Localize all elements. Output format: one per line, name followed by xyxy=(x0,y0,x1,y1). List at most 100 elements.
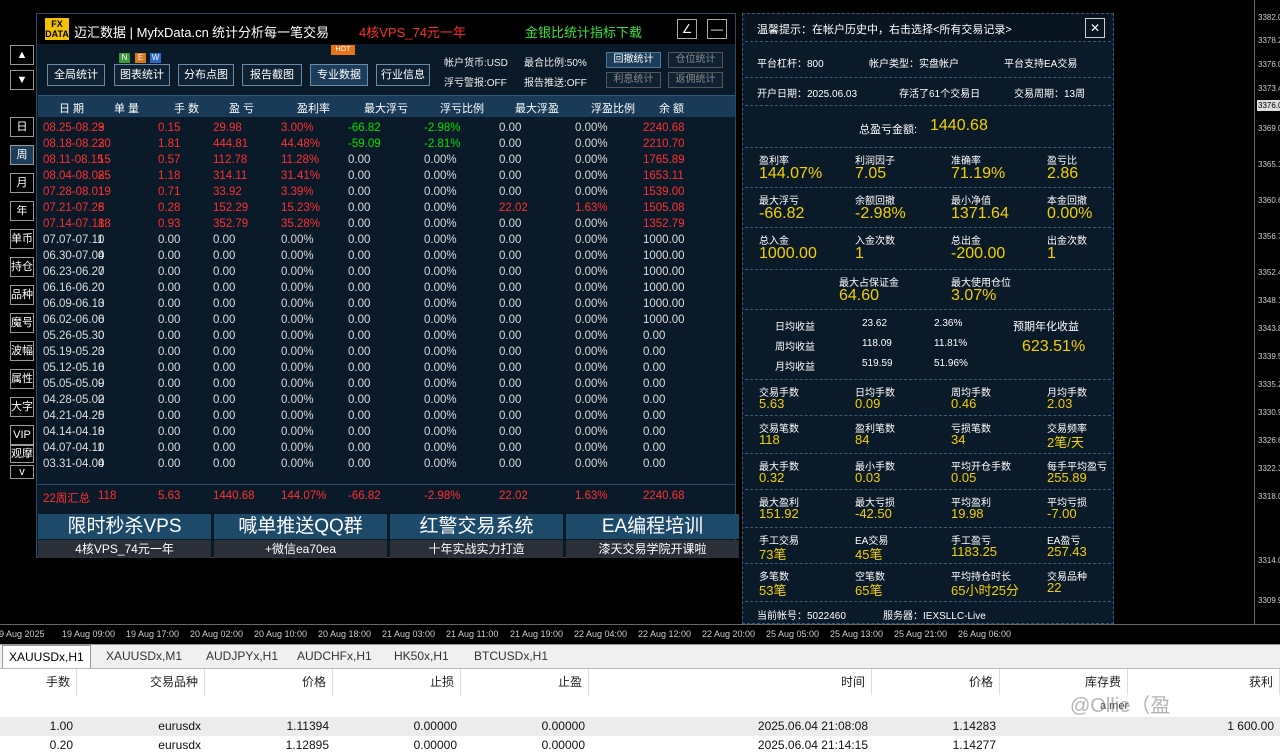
table-row[interactable]: 06.16-06.20 0 0.00 0.00 0.00% 0.00 0.00% 0.00 0.… xyxy=(38,281,735,297)
nav-button-3[interactable]: 报告截图 xyxy=(242,64,302,86)
table-row[interactable]: 06.02-06.06 0 0.00 0.00 0.00% 0.00 0.00% 0.00 0.… xyxy=(38,313,735,329)
table-cell: 0.00 xyxy=(158,314,181,326)
side-button-12[interactable]: 观摩 xyxy=(10,445,34,463)
side-button-8[interactable]: 波幅 xyxy=(10,341,34,361)
max-ratio: 最合比例:50% xyxy=(524,58,587,69)
table-row[interactable]: 08.04-08.08 25 1.18 314.11 31.41% 0.00 0.00% 0.… xyxy=(38,169,735,185)
side-button-6[interactable]: 品种 xyxy=(10,285,34,305)
side-button-13[interactable]: v xyxy=(10,465,34,479)
rebate-stats-button[interactable]: 返佣统计 xyxy=(668,72,723,88)
minimize-button[interactable]: — xyxy=(707,19,727,39)
table-cell: 0 xyxy=(98,394,105,406)
table-row[interactable]: 07.07-07.11 0 0.00 0.00 0.00% 0.00 0.00% 0.00 0.… xyxy=(38,233,735,249)
side-button-2[interactable]: 月 xyxy=(10,173,34,193)
download-link[interactable]: 金银比统计指标下载 xyxy=(525,22,642,41)
price-tick: 3330.95 xyxy=(1258,408,1280,417)
ad-banner-1[interactable]: 喊单推送QQ群 +微信ea70ea xyxy=(214,514,387,558)
price-tick: 3365.10 xyxy=(1258,160,1280,169)
ad-banner-2[interactable]: 红警交易系统 十年实战实力打造 xyxy=(390,514,563,558)
nav-button-0[interactable]: 全局统计 xyxy=(47,64,105,86)
table-row[interactable]: 08.18-08.22 30 1.81 444.81 44.48% -59.09 -2.81… xyxy=(38,137,735,153)
metric-value: 151.92 xyxy=(759,506,799,521)
table-row[interactable]: 03.31-04.04 0 0.00 0.00 0.00% 0.00 0.00% 0.00 0.… xyxy=(38,457,735,473)
table-row[interactable]: 05.19-05.23 0 0.00 0.00 0.00% 0.00 0.00% 0.00 0.… xyxy=(38,345,735,361)
table-row[interactable]: 05.05-05.09 0 0.00 0.00 0.00% 0.00 0.00% 0.00 0.… xyxy=(38,377,735,393)
new-badge-w: W xyxy=(150,53,161,63)
table-cell: 0.00% xyxy=(575,250,608,262)
table-cell: 0.00% xyxy=(281,234,314,246)
table-cell: 33.92 xyxy=(213,186,242,198)
side-button-4[interactable]: 单币 xyxy=(10,229,34,249)
table-row[interactable]: 04.28-05.02 0 0.00 0.00 0.00% 0.00 0.00% 0.00 0.… xyxy=(38,393,735,409)
side-button-1[interactable]: 周 xyxy=(10,145,34,165)
table-header-cell: 交易品种 xyxy=(78,669,205,695)
chart-tab-4[interactable]: HK50x,H1 xyxy=(394,649,449,663)
income-label: 周均收益 xyxy=(775,342,815,353)
table-cell: 0.00 xyxy=(158,250,181,262)
interest-stats-button[interactable]: 利息统计 xyxy=(606,72,661,88)
table-row[interactable]: 04.07-04.11 0 0.00 0.00 0.00% 0.00 0.00% 0.00 0.… xyxy=(38,441,735,457)
table-cell: 0.00 xyxy=(158,298,181,310)
table-cell: 0.00 xyxy=(213,458,236,470)
side-button-3[interactable]: 年 xyxy=(10,201,34,221)
edit-icon[interactable]: ∠ xyxy=(677,19,697,39)
chart-tab-3[interactable]: AUDCHFx,H1 xyxy=(297,649,372,663)
table-cell: 0.00% xyxy=(575,234,608,246)
income-amount: 519.59 xyxy=(862,358,893,369)
side-button-5[interactable]: 持仓 xyxy=(10,257,34,277)
promo-link[interactable]: 4核VPS_74元一年 xyxy=(359,22,466,41)
table-row[interactable]: 07.14-07.18 18 0.93 352.79 35.28% 0.00 0.00% 0.… xyxy=(38,217,735,233)
chart-tab-0[interactable]: XAUUSDx,H1 xyxy=(2,645,91,669)
table-row[interactable]: 04.21-04.25 0 0.00 0.00 0.00% 0.00 0.00% 0.00 0.… xyxy=(38,409,735,425)
scroll-up-button[interactable]: ▲ xyxy=(10,45,34,65)
scroll-down-button[interactable]: ▼ xyxy=(10,70,34,90)
table-cell: 1765.89 xyxy=(643,154,685,166)
table-header-cell: 止损 xyxy=(334,669,461,695)
metric-value: 0.00% xyxy=(1047,205,1093,222)
table-row[interactable]: 06.30-07.04 0 0.00 0.00 0.00% 0.00 0.00% 0.00 0.… xyxy=(38,249,735,265)
price-tick: 3339.55 xyxy=(1258,352,1280,361)
table-cell: 0.28 xyxy=(158,202,181,214)
account-currency: 帐户货币:USD xyxy=(444,58,508,69)
close-button[interactable]: ✕ xyxy=(1085,18,1105,38)
side-button-9[interactable]: 属性 xyxy=(10,369,34,389)
position-stats-button[interactable]: 仓位统计 xyxy=(668,52,723,68)
column-header: 浮亏比例 xyxy=(440,103,484,115)
banner-subtitle: 漆天交易学院开课啦 xyxy=(566,540,739,558)
table-row[interactable]: 08.25-08.29 3 0.15 29.98 3.00% -66.82 -2.98% 0.… xyxy=(38,121,735,137)
table-row[interactable]: 08.11-08.15 15 0.57 112.78 11.28% 0.00 0.00% 0.… xyxy=(38,153,735,169)
table-cell: 0.93 xyxy=(158,218,181,230)
side-button-10[interactable]: 大字 xyxy=(10,397,34,417)
table-row[interactable]: 07.21-07.25 8 0.28 152.29 15.23% 0.00 0.00% 22.… xyxy=(38,201,735,217)
table-cell: 0.00 xyxy=(348,250,371,262)
table-row[interactable]: 05.26-05.30 0 0.00 0.00 0.00% 0.00 0.00% 0.00 0.… xyxy=(38,329,735,345)
logo-top: FX xyxy=(51,19,63,29)
metric-value: 0.05 xyxy=(951,470,977,485)
nav-button-4[interactable]: 专业数据 xyxy=(310,64,368,86)
table-row[interactable]: 06.23-06.27 0 0.00 0.00 0.00% 0.00 0.00% 0.00 0.… xyxy=(38,265,735,281)
nav-button-5[interactable]: 行业信息 xyxy=(376,64,430,86)
nav-button-2[interactable]: 分布点图 xyxy=(178,64,234,86)
table-cell: 0.00% xyxy=(281,298,314,310)
drawdown-stats-button[interactable]: 回撤统计 xyxy=(606,52,661,68)
table-cell: 0.00% xyxy=(281,346,314,358)
total-pnl-label: 总盈亏金额: xyxy=(859,124,918,136)
table-row[interactable]: 06.09-06.13 0 0.00 0.00 0.00% 0.00 0.00% 0.00 0.… xyxy=(38,297,735,313)
table-cell: 0.00 xyxy=(499,138,522,150)
side-button-11[interactable]: VIP xyxy=(10,425,34,445)
side-button-7[interactable]: 魔号 xyxy=(10,313,34,333)
chart-tab-5[interactable]: BTCUSDx,H1 xyxy=(474,649,548,663)
nav-button-1[interactable]: 图表统计 xyxy=(114,64,170,86)
ad-banner-3[interactable]: EA编程培训 漆天交易学院开课啦 xyxy=(566,514,739,558)
table-row[interactable]: 04.14-04.18 0 0.00 0.00 0.00% 0.00 0.00% 0.00 0.… xyxy=(38,425,735,441)
ad-banner-0[interactable]: 限时秒杀VPS 4核VPS_74元一年 xyxy=(38,514,211,558)
summary-cell: 144.07% xyxy=(281,490,327,502)
table-row[interactable]: 05.12-05.16 0 0.00 0.00 0.00% 0.00 0.00% 0.00 0.… xyxy=(38,361,735,377)
chart-tab-2[interactable]: AUDJPYx,H1 xyxy=(206,649,278,663)
table-row[interactable]: 07.28-08.01 19 0.71 33.92 3.39% 0.00 0.00% 0.00… xyxy=(38,185,735,201)
side-button-0[interactable]: 日 xyxy=(10,117,34,137)
table-cell: 22.02 xyxy=(499,202,528,214)
trade-row[interactable]: 0.20 eurusdx 1.12895 0.00000 0.00000 2025.06.… xyxy=(0,736,1280,755)
trade-row[interactable]: 1.00 eurusdx 1.11394 0.00000 0.00000 2025.06.… xyxy=(0,717,1280,736)
chart-tab-1[interactable]: XAUUSDx,M1 xyxy=(106,649,182,663)
